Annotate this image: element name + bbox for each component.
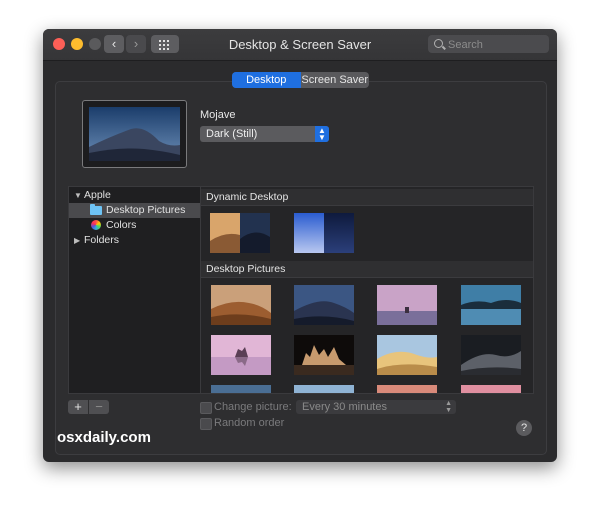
random-order-checkbox[interactable] xyxy=(200,418,212,430)
wallpaper-thumbnail[interactable] xyxy=(294,285,354,325)
desert-night-image xyxy=(294,285,354,325)
updown-arrows-icon: ▲ ▼ xyxy=(445,400,452,414)
search-input[interactable] xyxy=(446,36,548,54)
grid-icon-dot xyxy=(163,44,165,46)
minimize-button[interactable] xyxy=(71,38,83,50)
sidebar-item-folders[interactable]: ▶ Folders xyxy=(69,233,201,248)
wallpaper-thumbnail[interactable] xyxy=(294,385,354,393)
chevron-right-icon: › xyxy=(133,36,139,51)
close-button[interactable] xyxy=(53,38,65,50)
wallpaper-thumbnail[interactable] xyxy=(377,285,437,325)
wallpaper-preview-image xyxy=(89,107,180,161)
picture-browser: Dynamic Desktop Desktop Pictures xyxy=(200,186,534,394)
section-header-pictures: Desktop Pictures xyxy=(201,261,533,278)
wallpaper-image xyxy=(377,385,437,393)
show-all-button[interactable] xyxy=(151,35,179,53)
forward-button[interactable]: › xyxy=(126,35,146,53)
wallpaper-thumbnail[interactable] xyxy=(377,385,437,393)
wallpaper-thumbnail[interactable] xyxy=(461,385,521,393)
preferences-window: ‹ › Desktop & Screen Saver Desktop Scree… xyxy=(43,29,557,462)
pink-dusk-image xyxy=(377,285,437,325)
folder-icon xyxy=(90,204,102,215)
color-wheel-icon xyxy=(91,220,101,230)
title-bar: ‹ › Desktop & Screen Saver xyxy=(43,29,557,61)
wallpaper-preview xyxy=(82,100,187,168)
wallpaper-thumbnail[interactable] xyxy=(211,385,271,393)
interval-select-value: Every 30 minutes xyxy=(302,401,387,413)
change-picture-checkbox[interactable] xyxy=(200,402,212,414)
sand-dunes-image xyxy=(377,335,437,375)
wallpaper-thumbnail[interactable] xyxy=(377,335,437,375)
grid-icon xyxy=(159,40,161,42)
zoom-button[interactable] xyxy=(89,38,101,50)
mono-lake-image xyxy=(211,335,271,375)
solar-gradient-image xyxy=(294,213,354,253)
mojave-dunes-image xyxy=(89,107,180,161)
desert-day-image xyxy=(211,285,271,325)
search-icon xyxy=(434,39,443,48)
updown-arrows-icon: ▲ ▼ xyxy=(315,126,329,142)
tab-control: Desktop Screen Saver xyxy=(232,72,369,88)
section-title: Desktop Pictures xyxy=(206,263,286,275)
wallpaper-thumbnail[interactable] xyxy=(294,335,354,375)
sidebar-item-desktop-pictures[interactable]: Desktop Pictures xyxy=(69,203,201,218)
appearance-select[interactable]: Dark (Still) ▲ ▼ xyxy=(200,126,329,142)
sidebar-item-label: Apple xyxy=(84,189,111,201)
dark-dunes-image xyxy=(461,335,521,375)
wallpaper-image xyxy=(461,385,521,393)
mojave-dynamic-image xyxy=(210,213,270,253)
window-title: Desktop & Screen Saver xyxy=(228,37,372,52)
wallpaper-image xyxy=(211,385,271,393)
grid-icon-dot xyxy=(167,44,169,46)
remove-folder-button[interactable]: − xyxy=(89,400,109,414)
change-picture-label: Change picture: xyxy=(214,401,292,413)
grid-icon-dot xyxy=(159,44,161,46)
sidebar-item-label: Folders xyxy=(84,234,120,246)
grid-icon-dot xyxy=(163,40,165,42)
lake-mountains-image xyxy=(461,285,521,325)
appearance-select-value: Dark (Still) xyxy=(206,128,258,140)
interval-select[interactable]: Every 30 minutes ▲ ▼ xyxy=(296,400,456,414)
wallpaper-thumbnail[interactable] xyxy=(211,285,271,325)
sidebar-item-colors[interactable]: Colors xyxy=(69,218,201,233)
disclosure-down-icon: ▼ xyxy=(74,191,82,200)
disclosure-right-icon: ▶ xyxy=(74,236,81,245)
tab-desktop[interactable]: Desktop xyxy=(232,72,301,88)
tufa-night-image xyxy=(294,335,354,375)
wallpaper-thumbnail[interactable] xyxy=(461,285,521,325)
search-field[interactable] xyxy=(428,35,549,54)
back-button[interactable]: ‹ xyxy=(104,35,124,53)
wallpaper-thumbnail[interactable] xyxy=(211,335,271,375)
grid-icon-dot xyxy=(163,48,165,50)
grid-icon-dot xyxy=(159,48,161,50)
chevron-left-icon: ‹ xyxy=(111,36,117,51)
grid-icon-dot xyxy=(167,48,169,50)
tab-screen-saver[interactable]: Screen Saver xyxy=(301,72,370,88)
sidebar-item-label: Colors xyxy=(106,219,137,231)
sidebar-item-label: Desktop Pictures xyxy=(106,204,186,216)
wallpaper-thumbnail[interactable] xyxy=(294,213,354,253)
source-list: ▼ Apple Desktop Pictures Colors ▶ Folder… xyxy=(68,186,202,394)
wallpaper-thumbnail[interactable] xyxy=(210,213,270,253)
random-order-label: Random order xyxy=(214,417,285,429)
wallpaper-thumbnail[interactable] xyxy=(461,335,521,375)
sidebar-item-apple[interactable]: ▼ Apple xyxy=(69,188,201,203)
section-header-dynamic: Dynamic Desktop xyxy=(201,189,533,206)
section-title: Dynamic Desktop xyxy=(206,191,289,203)
wallpaper-image xyxy=(294,385,354,393)
help-button[interactable]: ? xyxy=(516,420,532,436)
add-folder-button[interactable]: + xyxy=(68,400,88,414)
watermark: osxdaily.com xyxy=(57,429,151,446)
wallpaper-name: Mojave xyxy=(200,109,236,121)
grid-icon-dot xyxy=(167,40,169,42)
